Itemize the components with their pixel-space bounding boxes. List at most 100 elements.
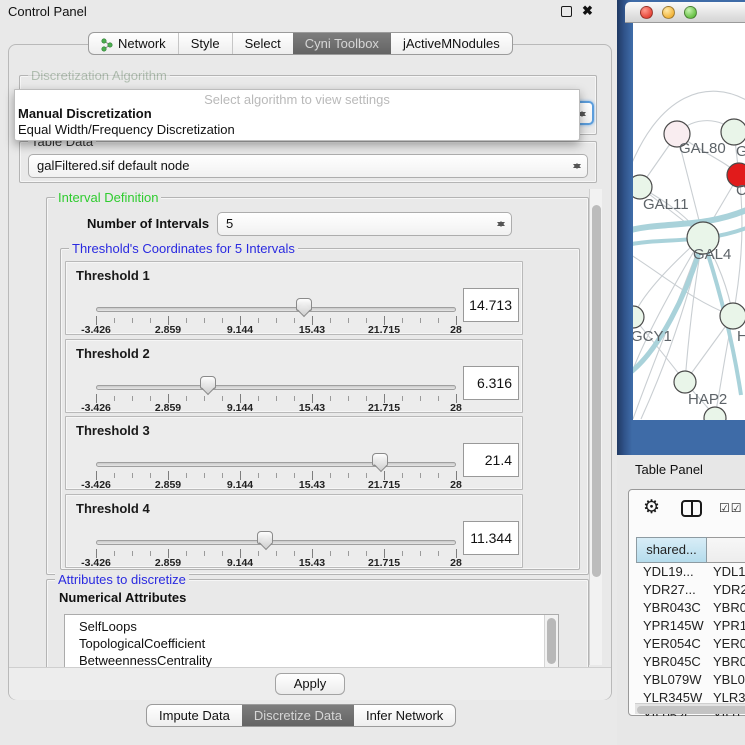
close-traffic-light[interactable] [640, 6, 653, 19]
tick-label: 15.43 [299, 324, 325, 336]
table-data-combobox[interactable]: galFiltered.sif default node [28, 154, 588, 178]
tab-network-label: Network [118, 36, 166, 51]
list-item[interactable]: SelfLoops [65, 615, 558, 635]
column-header-name[interactable]: n [707, 537, 745, 563]
control-panel-titlebar: Control Panel ✖ [0, 0, 617, 22]
tab-style[interactable]: Style [178, 33, 232, 54]
threshold-2-slider-thumb[interactable] [200, 376, 216, 389]
network-canvas[interactable]: GAL80 GA C GAL11 GAL4 GCY1 H HAP2 [633, 23, 745, 420]
numerical-attributes-label: Numerical Attributes [59, 590, 186, 605]
tick-label: 2.859 [155, 557, 181, 569]
network-node[interactable] [704, 407, 726, 420]
dropdown-option-equal-width[interactable]: Equal Width/Frequency Discretization [15, 121, 579, 137]
tab-select[interactable]: Select [232, 33, 293, 54]
threshold-4-slider-track[interactable] [96, 540, 456, 545]
list-scrollbar-thumb[interactable] [547, 618, 556, 664]
threshold-3-slider-track[interactable] [96, 462, 456, 467]
tab-jactivemnodules[interactable]: jActiveMNodules [391, 33, 512, 54]
cell: YDL19... [643, 564, 694, 579]
close-icon[interactable]: ✖ [582, 3, 593, 19]
minimize-traffic-light[interactable] [662, 6, 675, 19]
tick-label: 21.715 [368, 479, 400, 491]
tab-discretize-label: Discretize Data [254, 708, 342, 723]
table-row[interactable]: YBL079WYBL0 [636, 672, 745, 690]
table-row[interactable]: YBR043C YBR0 [636, 600, 745, 618]
tab-discretize-data[interactable]: Discretize Data [242, 705, 354, 726]
cell: YBR0 [713, 600, 745, 615]
tab-cyni-toolbox[interactable]: Cyni Toolbox [293, 33, 391, 54]
cell: YDL1 [713, 564, 745, 579]
cell: YBR0 [713, 654, 745, 669]
node-label: H [737, 328, 745, 345]
table-row[interactable]: YDL19... YDL1 [636, 564, 745, 582]
list-item[interactable]: TopologicalCoefficient [65, 635, 558, 652]
tab-style-label: Style [191, 36, 220, 51]
tab-network[interactable]: Network [89, 33, 178, 54]
threshold-4-slider-thumb[interactable] [257, 531, 273, 544]
float-window-icon[interactable] [561, 6, 572, 17]
cell: YBL079W [643, 672, 702, 687]
tick-label: 15.43 [299, 479, 325, 491]
checkbox-icons[interactable]: ☑☑ [719, 501, 743, 515]
bottom-tab-bar: Impute Data Discretize Data Infer Networ… [146, 704, 456, 727]
table-data-value: galFiltered.sif default node [37, 158, 189, 173]
threshold-2-label: Threshold 2 [76, 346, 150, 361]
network-window-frame: GAL80 GA C GAL11 GAL4 GCY1 H HAP2 [617, 0, 745, 455]
threshold-3-value-field[interactable]: 21.4 [463, 443, 519, 477]
panel-scrollbar-thumb[interactable] [592, 205, 601, 577]
apply-bar: Apply [9, 667, 611, 700]
tick-label: -3.426 [81, 324, 111, 336]
control-panel: Control Panel ✖ Network Style Select Cyn… [0, 0, 617, 745]
cell: YBR045C [643, 654, 701, 669]
tab-impute-data[interactable]: Impute Data [147, 705, 242, 726]
threshold-1-value-field[interactable]: 14.713 [463, 288, 519, 322]
threshold-1-slider-track[interactable] [96, 307, 456, 312]
slider-tick-labels: -3.426 2.859 9.144 15.43 21.715 28 [66, 557, 524, 569]
table-row[interactable]: YER054CYER0 [636, 636, 745, 654]
threshold-1-label: Threshold 1 [76, 268, 150, 283]
cell: YBR043C [643, 600, 701, 615]
tab-infer-network[interactable]: Infer Network [354, 705, 455, 726]
network-node-gcy1[interactable] [633, 306, 644, 328]
num-intervals-combobox[interactable]: 5 [217, 212, 512, 236]
node-label: GAL11 [643, 196, 689, 213]
tick-label: 21.715 [368, 402, 400, 414]
node-label: C [736, 182, 745, 199]
zoom-traffic-light[interactable] [684, 6, 697, 19]
tab-cyni-label: Cyni Toolbox [305, 36, 379, 51]
tab-impute-label: Impute Data [159, 708, 230, 723]
tick-label: 9.144 [227, 324, 253, 336]
dropdown-option-manual[interactable]: Manual Discretization [15, 105, 579, 121]
node-label: GAL4 [693, 246, 731, 263]
tick-label: 15.43 [299, 402, 325, 414]
column-header-shared[interactable]: shared... [636, 537, 707, 563]
threshold-4-value-field[interactable]: 11.344 [463, 521, 519, 555]
table-row[interactable]: YPR145WYPR1 [636, 618, 745, 636]
tick-label: 28 [450, 324, 462, 336]
gear-icon[interactable]: ⚙ [643, 496, 660, 519]
apply-button[interactable]: Apply [275, 673, 345, 695]
tab-jactive-label: jActiveMNodules [403, 36, 500, 51]
threshold-2-slider-track[interactable] [96, 385, 456, 390]
network-node-h[interactable] [720, 303, 745, 329]
cell: YPR1 [713, 618, 745, 633]
table-row[interactable]: YBR045C YBR0 [636, 654, 745, 672]
panel-scrollbar[interactable] [589, 189, 602, 665]
cell: YER0 [713, 636, 745, 651]
table-row[interactable]: YDR27...YDR2 [636, 582, 745, 600]
combo-arrows-icon [496, 216, 505, 232]
table-rows: YDL19... YDL1 YDR27...YDR2 YBR043C YBR0 YP… [636, 564, 745, 716]
threshold-1-slider-thumb[interactable] [296, 298, 312, 311]
tick-label: 9.144 [227, 557, 253, 569]
table-horizontal-scrollbar-thumb[interactable] [637, 706, 745, 714]
network-node-hap2[interactable] [674, 371, 696, 393]
threshold-2-value-field[interactable]: 6.316 [463, 366, 519, 400]
tab-select-label: Select [245, 36, 281, 51]
split-columns-icon[interactable] [681, 500, 702, 517]
interval-definition-group: Interval Definition Number of Intervals … [46, 197, 589, 575]
threshold-3-slider-thumb[interactable] [372, 453, 388, 466]
algorithm-dropdown-popup: Select algorithm to view settings Manual… [14, 89, 580, 141]
table-horizontal-scrollbar[interactable] [635, 703, 745, 714]
num-intervals-label: Number of Intervals [87, 216, 209, 231]
tick-label: 28 [450, 479, 462, 491]
